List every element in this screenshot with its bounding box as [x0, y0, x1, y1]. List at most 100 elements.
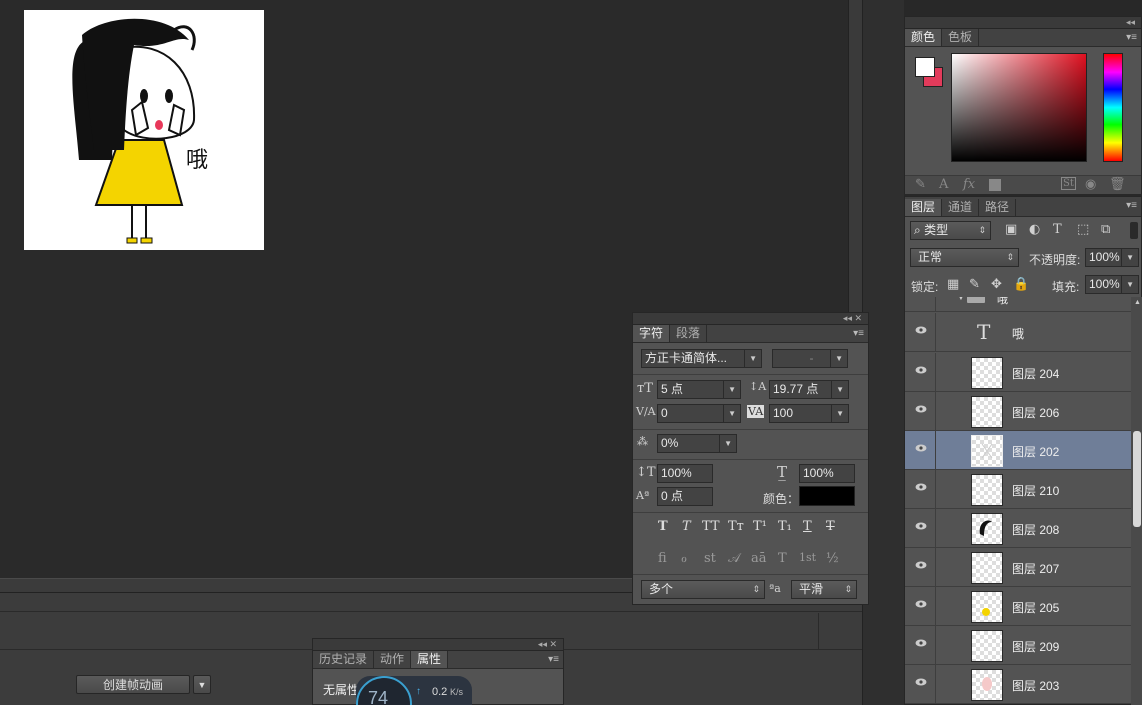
layer-group-row[interactable]: ▼ 哦 — [905, 297, 1131, 312]
swash-button[interactable]: 𝒜 — [728, 551, 740, 566]
text-layer-row[interactable]: T 哦 — [905, 313, 1131, 352]
tab-layers[interactable]: 图层 — [905, 199, 943, 216]
tab-color[interactable]: 颜色 — [905, 29, 943, 46]
lock-all-icon[interactable]: 🔒 — [1013, 277, 1029, 292]
panel-menu-icon[interactable]: ▾≡ — [548, 654, 559, 665]
layer-row[interactable]: 图层 207 — [905, 548, 1131, 587]
fx-icon[interactable]: fx — [963, 177, 975, 192]
fill-field[interactable]: 100% ▼ — [1085, 275, 1139, 294]
subscript-button[interactable]: T₁ — [778, 519, 792, 534]
eye-icon[interactable] — [915, 678, 927, 686]
ordinals-button[interactable]: 1st — [799, 551, 816, 564]
swatch-square-icon[interactable] — [989, 179, 1001, 191]
animation-type-dropdown[interactable]: ▼ — [193, 675, 211, 694]
vertical-scale-field[interactable]: 100% — [657, 464, 713, 483]
create-frame-animation-button[interactable]: 创建帧动画 — [76, 675, 190, 694]
network-speed-widget[interactable]: 74 ↑ 0.2 K/s — [356, 676, 472, 705]
faux-italic-button[interactable]: T — [682, 519, 691, 534]
type-filter-icon[interactable]: T — [1053, 222, 1062, 237]
layer-row[interactable]: 图层 208 — [905, 509, 1131, 548]
tracking-field[interactable]: 100 ▼ — [769, 404, 849, 423]
language-select[interactable]: 多个 ⇕ — [641, 580, 765, 599]
brush-icon[interactable]: ✎ — [915, 177, 926, 192]
layer-row[interactable]: 图层 203 — [905, 665, 1131, 704]
antialias-select[interactable]: 平滑 ⇕ — [791, 580, 857, 599]
stock-icon[interactable]: St — [1061, 177, 1076, 190]
eye-icon[interactable] — [915, 366, 927, 374]
document-canvas[interactable]: 哦 — [24, 10, 264, 250]
layer-row[interactable]: 图层 210 — [905, 470, 1131, 509]
layers-list[interactable]: ▼ 哦 T 哦 图层 204 图层 206 图层 202 图层 210 图层 208 图层… — [905, 297, 1131, 705]
lock-position-icon[interactable]: ✥ — [991, 277, 1002, 292]
panel-menu-icon[interactable]: ▾≡ — [1126, 32, 1137, 43]
stylistic-alternates-button[interactable]: aā — [751, 551, 767, 566]
eye-icon[interactable] — [915, 483, 927, 491]
character-panel-title-bar[interactable]: ◂◂ ✕ — [633, 313, 868, 325]
layer-filter-select[interactable]: ⌕ 类型 ⇕ — [910, 221, 991, 240]
all-caps-button[interactable]: TT — [702, 519, 720, 534]
titling-alternates-button[interactable]: T — [778, 551, 787, 566]
faux-bold-button[interactable]: T — [658, 519, 668, 534]
ligatures-button[interactable]: fi — [658, 551, 667, 566]
layer-row[interactable]: 图层 205 — [905, 587, 1131, 626]
trash-icon[interactable]: 🗑 — [1109, 177, 1126, 192]
eye-icon[interactable] — [915, 561, 927, 569]
opacity-field[interactable]: 100% ▼ — [1085, 248, 1139, 267]
baseline-shift-field[interactable]: 0 点 — [657, 487, 713, 506]
tsume-field[interactable]: 0% ▼ — [657, 434, 737, 453]
strikethrough-button[interactable]: T — [826, 519, 835, 534]
font-style-select[interactable]: - ▼ — [772, 349, 848, 368]
blend-mode-select[interactable]: 正常 ⇕ — [910, 248, 1019, 267]
tab-paths[interactable]: 路径 — [979, 199, 1017, 216]
tab-history[interactable]: 历史记录 — [313, 651, 375, 668]
image-filter-icon[interactable]: ▣ — [1005, 222, 1017, 237]
hue-slider[interactable] — [1103, 53, 1123, 162]
eye-icon[interactable] — [915, 326, 927, 334]
layer-row[interactable]: 图层 204 — [905, 353, 1131, 392]
superscript-button[interactable]: T¹ — [753, 519, 767, 534]
discretionary-ligatures-button[interactable]: st — [704, 551, 716, 566]
text-style-icon[interactable]: A — [939, 177, 948, 192]
eye-icon[interactable] — [915, 600, 927, 608]
lock-pixels-icon[interactable]: ✎ — [969, 277, 980, 292]
leading-field[interactable]: 19.77 点 ▼ — [769, 380, 849, 399]
layer-row[interactable]: 图层 209 — [905, 626, 1131, 665]
panel-menu-icon[interactable]: ▾≡ — [853, 328, 864, 339]
tab-paragraph[interactable]: 段落 — [670, 325, 708, 342]
tab-swatches[interactable]: 色板 — [942, 29, 980, 46]
layer-row[interactable]: 图层 206 — [905, 392, 1131, 431]
underline-button[interactable]: T — [803, 519, 812, 534]
font-size-field[interactable]: 5 点 ▼ — [657, 380, 741, 399]
smart-object-filter-icon[interactable]: ⧉ — [1101, 222, 1110, 237]
link-icon[interactable]: ◉ — [1085, 177, 1096, 192]
layers-scrollbar[interactable]: ▲ — [1131, 297, 1142, 705]
contextual-alternates-button[interactable]: ℴ — [681, 551, 687, 566]
kerning-field[interactable]: 0 ▼ — [657, 404, 741, 423]
eye-icon[interactable] — [915, 639, 927, 647]
foreground-color-swatch[interactable] — [915, 57, 935, 77]
eye-icon[interactable] — [915, 405, 927, 413]
fractions-button[interactable]: ½ — [826, 551, 839, 566]
adjustment-filter-icon[interactable]: ◐ — [1029, 222, 1040, 237]
tab-properties[interactable]: 属性 — [411, 651, 449, 668]
color-panel-title-bar[interactable]: ◂◂ — [905, 17, 1141, 29]
panel-menu-icon[interactable]: ▾≡ — [1126, 200, 1137, 211]
small-caps-button[interactable]: Tт — [728, 519, 744, 534]
eye-icon[interactable] — [915, 444, 927, 452]
text-color-swatch[interactable] — [799, 486, 855, 506]
tab-character[interactable]: 字符 — [633, 325, 671, 342]
lock-transparency-icon[interactable]: ▦ — [947, 277, 959, 292]
font-family-select[interactable]: 方正卡通简体... ▼ — [641, 349, 762, 368]
chevron-down-icon[interactable]: ▼ — [957, 297, 965, 302]
eye-icon[interactable] — [915, 522, 927, 530]
panel-title-bar[interactable]: ◂◂ ✕ — [313, 639, 563, 651]
horizontal-scale-field[interactable]: 100% — [799, 464, 855, 483]
saturation-value-picker[interactable] — [951, 53, 1087, 162]
tab-channels[interactable]: 通道 — [942, 199, 980, 216]
scroll-up-icon[interactable]: ▲ — [1134, 299, 1141, 306]
tab-actions[interactable]: 动作 — [374, 651, 412, 668]
layers-scrollbar-thumb[interactable] — [1133, 431, 1141, 527]
filter-toggle[interactable] — [1130, 222, 1138, 239]
shape-filter-icon[interactable]: ⬚ — [1077, 222, 1089, 237]
layer-row[interactable]: 图层 202 — [905, 431, 1131, 470]
